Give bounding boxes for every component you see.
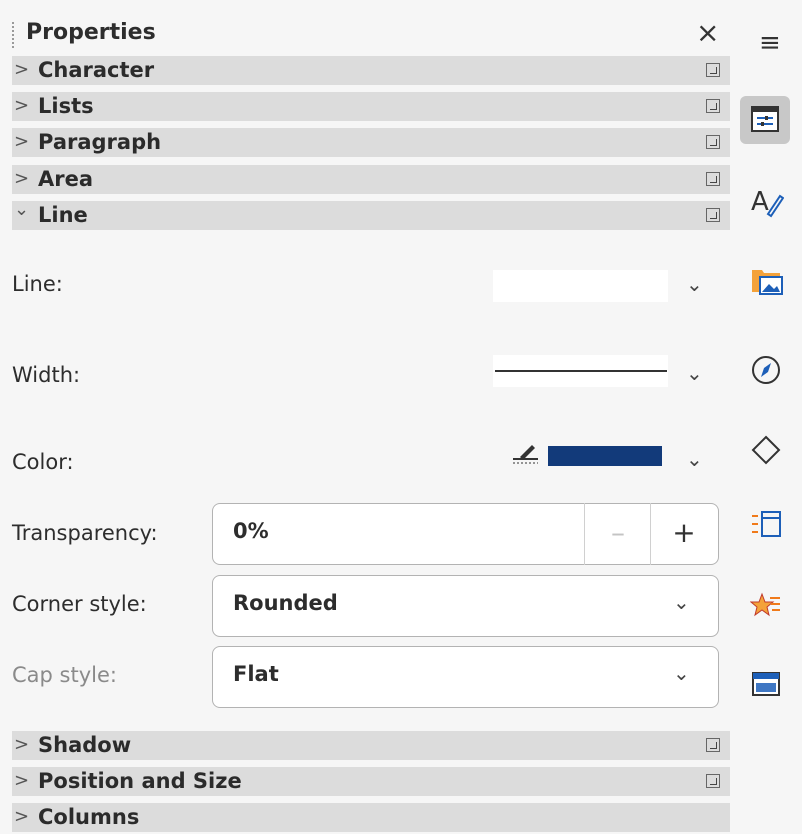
section-label: Area <box>38 167 94 191</box>
chevron-right-icon: > <box>14 806 30 827</box>
more-options-icon[interactable] <box>706 99 720 113</box>
chevron-down-icon: ⌄ <box>14 199 30 220</box>
chevron-down-icon: ⌄ <box>673 661 690 685</box>
line-color-pencil-icon <box>513 445 538 464</box>
chevron-right-icon: > <box>14 734 30 755</box>
chevron-right-icon: > <box>14 168 30 189</box>
sidebar-deck: Properties × > Character > Lists > Parag… <box>0 0 732 834</box>
more-options-icon[interactable] <box>706 738 720 752</box>
line-label: Line: <box>12 272 63 296</box>
sidebar-tabbar: ≡ A <box>732 0 802 834</box>
svg-text:A: A <box>751 187 769 217</box>
close-icon[interactable]: × <box>696 16 719 49</box>
section-line[interactable]: ⌄ Line <box>12 199 730 230</box>
cap-style-label: Cap style: <box>12 663 117 687</box>
section-label: Character <box>38 58 155 82</box>
master-slides-icon[interactable] <box>740 660 790 708</box>
more-options-icon[interactable] <box>706 63 720 77</box>
panel-title: Properties <box>26 20 156 45</box>
corner-style-select[interactable]: Rounded ⌄ <box>212 575 719 637</box>
chevron-right-icon: > <box>14 131 30 152</box>
section-label: Lists <box>38 94 94 118</box>
line-width-sample <box>495 370 667 372</box>
increment-button[interactable]: + <box>651 503 717 565</box>
line-style-preview[interactable] <box>493 270 668 302</box>
chevron-down-icon[interactable]: ⌄ <box>686 447 703 471</box>
more-options-icon[interactable] <box>706 172 720 186</box>
drag-grip[interactable] <box>12 22 14 50</box>
section-shadow[interactable]: > Shadow <box>12 731 730 760</box>
sidebar-menu-icon[interactable]: ≡ <box>759 28 781 58</box>
section-label: Position and Size <box>38 769 242 793</box>
section-columns[interactable]: > Columns <box>12 803 730 832</box>
shapes-icon[interactable] <box>740 426 790 474</box>
chevron-right-icon: > <box>14 95 30 116</box>
gallery-icon[interactable] <box>740 256 790 304</box>
section-label: Columns <box>38 805 140 829</box>
section-character[interactable]: > Character <box>12 56 730 85</box>
color-label: Color: <box>12 450 74 474</box>
section-label: Line <box>38 203 88 227</box>
chevron-down-icon[interactable]: ⌄ <box>686 361 703 385</box>
properties-icon[interactable] <box>740 96 790 144</box>
section-lists[interactable]: > Lists <box>12 92 730 121</box>
chevron-down-icon: ⌄ <box>673 590 690 614</box>
chevron-right-icon: > <box>14 770 30 791</box>
corner-style-value: Rounded <box>233 591 338 615</box>
slide-transition-icon[interactable] <box>740 580 790 628</box>
chevron-right-icon: > <box>14 59 30 80</box>
section-label: Shadow <box>38 733 132 757</box>
section-area[interactable]: > Area <box>12 165 730 194</box>
more-options-icon[interactable] <box>706 774 720 788</box>
panel-titlebar: Properties × <box>0 8 732 54</box>
transparency-value[interactable]: 0% <box>233 519 269 543</box>
line-color-swatch[interactable] <box>548 446 662 466</box>
section-paragraph[interactable]: > Paragraph <box>12 128 730 157</box>
more-options-icon[interactable] <box>706 208 720 222</box>
width-label: Width: <box>12 363 81 387</box>
cap-style-select[interactable]: Flat ⌄ <box>212 646 719 708</box>
corner-style-label: Corner style: <box>12 592 147 616</box>
section-label: Paragraph <box>38 130 162 154</box>
decrement-button[interactable]: – <box>585 503 651 565</box>
more-options-icon[interactable] <box>706 135 720 149</box>
cap-style-value: Flat <box>233 662 279 686</box>
styles-icon[interactable]: A <box>740 176 790 224</box>
animation-icon[interactable] <box>740 500 790 548</box>
chevron-down-icon[interactable]: ⌄ <box>686 272 703 296</box>
section-position-and-size[interactable]: > Position and Size <box>12 767 730 796</box>
navigator-icon[interactable] <box>740 346 790 394</box>
transparency-label: Transparency: <box>12 521 158 545</box>
